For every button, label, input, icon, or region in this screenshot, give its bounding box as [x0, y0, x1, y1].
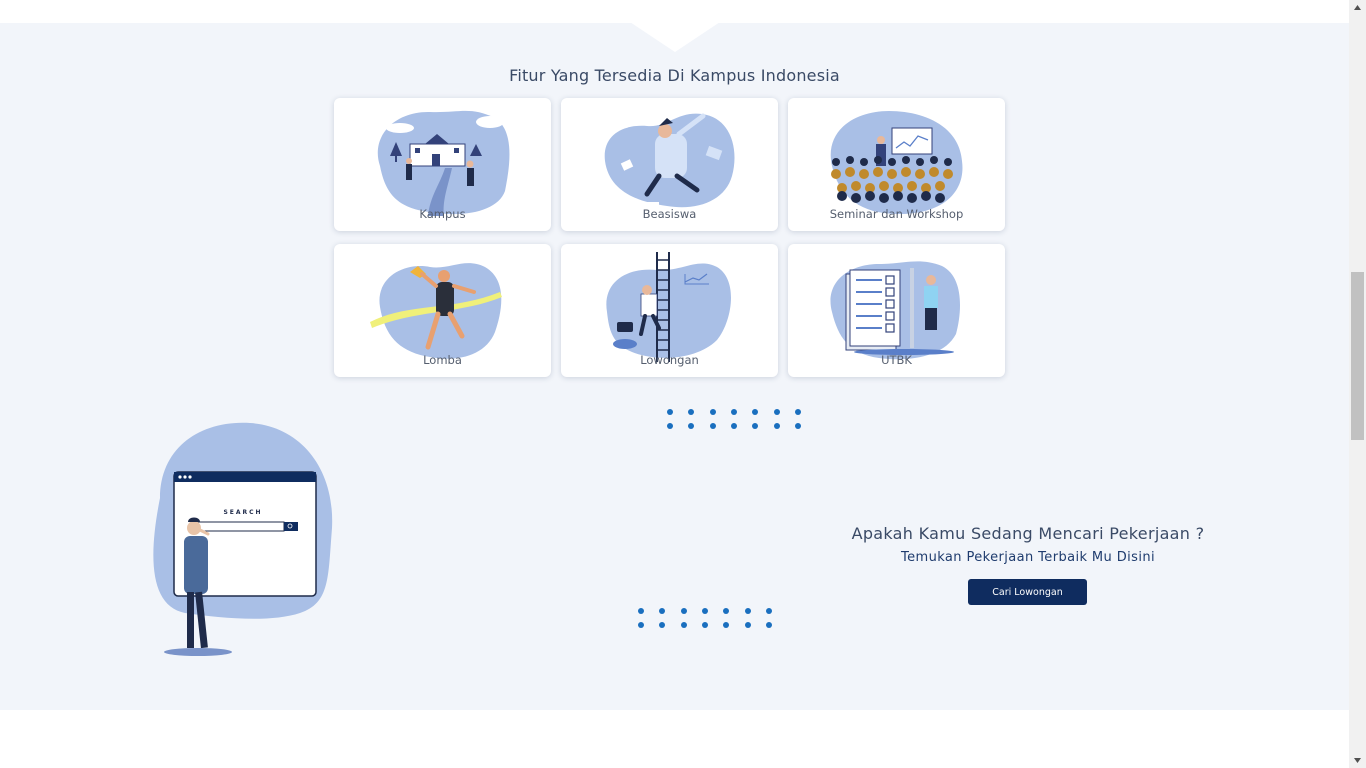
decorative-dot	[709, 409, 716, 415]
job-question: Apakah Kamu Sedang Mencari Pekerjaan ?	[851, 524, 1205, 543]
search-illustration-text: SEARCH	[223, 509, 262, 516]
feature-label: Kampus	[419, 207, 466, 221]
decorative-dot	[752, 423, 759, 429]
feature-card-seminar[interactable]: Seminar dan Workshop	[788, 98, 1005, 231]
seminar-illustration	[830, 111, 963, 214]
scroll-up-arrow-icon[interactable]	[1349, 0, 1366, 17]
bottom-strip	[0, 710, 1349, 768]
decorative-dot	[744, 622, 751, 628]
top-strip	[0, 0, 1349, 23]
section-notch	[630, 22, 720, 52]
decorative-dot	[794, 423, 801, 429]
decorative-dot	[723, 608, 730, 614]
decorative-dot	[765, 622, 772, 628]
feature-card-beasiswa[interactable]: Beasiswa	[561, 98, 778, 231]
decorative-dot	[773, 423, 780, 429]
decorative-dot	[680, 622, 687, 628]
feature-label: Seminar dan Workshop	[829, 207, 964, 221]
page: Fitur Yang Tersedia Di Kampus Indonesia …	[0, 0, 1366, 768]
features-title: Fitur Yang Tersedia Di Kampus Indonesia	[509, 66, 840, 85]
job-search-illustration: SEARCH	[153, 422, 333, 656]
decorative-dot	[730, 409, 737, 415]
decorative-dot	[794, 409, 801, 415]
decorative-dot	[667, 423, 673, 429]
decorative-dot	[744, 608, 751, 614]
decorative-dot	[659, 608, 666, 614]
decorative-dot	[765, 608, 772, 614]
exam-checklist-illustration	[830, 261, 961, 360]
page-scrollbar[interactable]	[1349, 0, 1366, 768]
dot-grid-bottom	[638, 608, 778, 634]
decorative-dot	[688, 409, 695, 415]
decorative-dot	[723, 622, 730, 628]
feature-card-lowongan[interactable]: Lowongan	[561, 244, 778, 377]
competition-illustration	[370, 263, 502, 359]
decorative-dot	[638, 622, 644, 628]
feature-label: Beasiswa	[642, 207, 697, 221]
cari-lowongan-button[interactable]: Cari Lowongan	[968, 579, 1087, 605]
decorative-dot	[659, 622, 666, 628]
decorative-dot	[638, 608, 644, 614]
decorative-dot	[752, 409, 759, 415]
feature-label: Lowongan	[640, 353, 699, 367]
dot-grid-top	[667, 409, 807, 435]
feature-card-utbk[interactable]: UTBK	[788, 244, 1005, 377]
decorative-dot	[709, 423, 716, 429]
decorative-dot	[667, 409, 673, 415]
scholarship-illustration	[604, 113, 735, 208]
decorative-dot	[680, 608, 687, 614]
feature-label: UTBK	[881, 353, 912, 367]
decorative-dot	[773, 409, 780, 415]
job-subtitle: Temukan Pekerjaan Terbaik Mu Disini	[901, 550, 1155, 565]
feature-card-kampus[interactable]: Kampus	[334, 98, 551, 231]
scroll-thumb[interactable]	[1351, 272, 1364, 440]
campus-illustration	[377, 110, 510, 216]
decorative-dot	[701, 622, 708, 628]
decorative-dot	[688, 423, 695, 429]
feature-card-lomba[interactable]: Lomba	[334, 244, 551, 377]
scroll-down-arrow-icon[interactable]	[1349, 751, 1366, 768]
decorative-dot	[701, 608, 708, 614]
job-ladder-illustration	[606, 252, 731, 362]
decorative-dot	[730, 423, 737, 429]
feature-label: Lomba	[423, 353, 462, 367]
